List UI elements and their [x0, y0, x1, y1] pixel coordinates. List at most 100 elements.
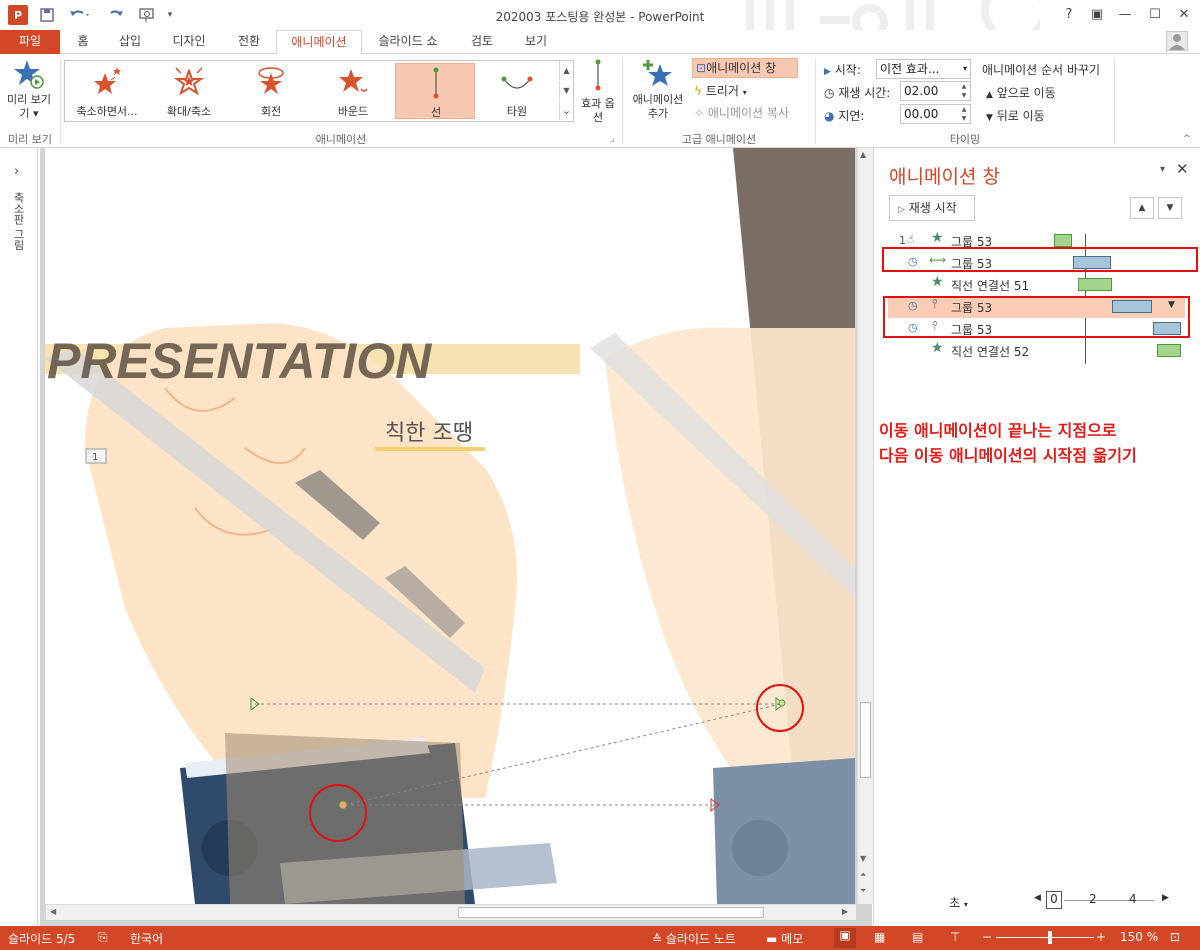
tab-review[interactable]: 검토 [462, 30, 502, 54]
tab-home[interactable]: 홈 [66, 30, 100, 54]
gallery-more-button[interactable]: ⌄ [559, 101, 573, 120]
vertical-scrollbar[interactable]: ▲ ▼ ⏶ ⏷ [857, 148, 873, 904]
animation-pane-label: 애니메이션 창 [706, 61, 777, 75]
zoom-star-icon [173, 67, 205, 96]
tab-insert[interactable]: 삽입 [108, 30, 152, 54]
start-select[interactable]: 이전 효과... ▾ [876, 59, 971, 79]
previous-slide-icon[interactable]: ⏶ [860, 870, 866, 880]
zoom-in-button[interactable]: + [1096, 930, 1106, 944]
collapse-ribbon-icon[interactable]: ^ [1183, 134, 1191, 144]
timeline-bar[interactable] [1078, 278, 1112, 291]
tab-file[interactable]: 파일 [0, 30, 60, 54]
ribbon-display-button[interactable]: ▣ [1083, 4, 1111, 26]
minimize-button[interactable]: — [1111, 4, 1139, 26]
zoom-slider-thumb[interactable] [1048, 931, 1052, 944]
delay-input[interactable]: 00.00 ▲ ▼ [900, 104, 971, 124]
scroll-left-icon[interactable]: ◀ [50, 907, 56, 916]
horizontal-scroll-thumb[interactable] [458, 907, 764, 918]
timeline-bar[interactable] [1054, 234, 1072, 247]
play-from-button[interactable]: ▷ 재생 시작 [889, 195, 975, 221]
preview-button[interactable]: 미리 보기 기 ▾ [4, 58, 54, 128]
add-animation-button[interactable]: 애니메이션 추가 [626, 58, 690, 128]
slide-canvas[interactable]: PRESENTATION 칙한 조땡 1 [45, 148, 855, 904]
effect-options-label: 효과 옵션 [581, 97, 615, 124]
gallery-item-spin[interactable]: 회전 [231, 63, 311, 119]
duration-spinner[interactable]: ▲ ▼ [958, 82, 970, 100]
trigger-lightning-icon: ϟ [694, 84, 702, 98]
help-button[interactable]: ? [1055, 4, 1083, 26]
horizontal-scrollbar[interactable]: ◀ ▶ [46, 904, 856, 920]
motion-path-point[interactable] [338, 800, 348, 810]
slide-editing-area: PRESENTATION 칙한 조땡 1 [40, 148, 872, 926]
motion-path-point[interactable] [778, 699, 786, 707]
trigger-button[interactable]: ϟ 트리거 ▾ [694, 82, 794, 100]
scroll-down-icon[interactable]: ▼ [860, 854, 866, 863]
delay-icon: ◕ [824, 109, 835, 123]
comments-button[interactable]: ▬ 메모 [766, 930, 803, 947]
language-indicator[interactable]: 한국어 [130, 930, 163, 947]
scroll-up-icon[interactable]: ▲ [860, 150, 866, 159]
zoom-level[interactable]: 150 % [1120, 930, 1158, 944]
normal-view-icon[interactable]: ▣ [834, 928, 856, 948]
thumbnail-pane-collapsed[interactable]: › [0, 148, 38, 926]
animation-list-item[interactable]: ★ 직선 연결선 52 [884, 340, 1184, 362]
tab-view[interactable]: 보기 [516, 30, 556, 54]
scale-tick: 0 [1046, 891, 1062, 909]
scroll-right-icon[interactable]: ▶ [842, 907, 848, 916]
group-label-timing: 타이밍 [949, 133, 981, 146]
fit-slide-icon[interactable]: ⊡ [1170, 930, 1180, 944]
tab-design[interactable]: 디자인 [160, 30, 218, 54]
reading-view-icon[interactable]: ▤ [912, 930, 923, 944]
delay-spinner[interactable]: ▲ ▼ [958, 105, 970, 123]
move-later-button[interactable]: ▼ 뒤로 이동 [986, 107, 1045, 124]
notes-button[interactable]: ≙ 슬라이드 노트 [652, 930, 736, 947]
pane-close-icon[interactable]: ✕ [1176, 160, 1189, 178]
add-animation-label: 애니메이션 추가 [632, 93, 684, 120]
animation-pane-button[interactable]: ⊡애니메이션 창 [692, 58, 798, 78]
group-label-advanced: 고급 애니메이션 [681, 133, 757, 146]
move-down-button[interactable]: ▼ [1158, 197, 1182, 219]
gallery-scroll-up[interactable]: ▲ [559, 61, 573, 80]
gallery-item-line[interactable]: 선 [395, 63, 475, 119]
tab-slideshow[interactable]: 슬라이드 쇼 [368, 30, 448, 54]
slide-sorter-icon[interactable]: ▦ [874, 930, 885, 944]
start-label-row: ▶ 시작: [824, 61, 861, 78]
gallery-item-bounce[interactable]: 바운드 [313, 63, 393, 119]
shrink-star-icon [94, 67, 121, 94]
slideshow-icon[interactable]: ⊤ [950, 930, 960, 944]
pane-options-icon[interactable]: ▾ [1160, 164, 1165, 175]
maximize-button[interactable]: ☐ [1141, 4, 1169, 26]
scale-left-icon[interactable]: ◀ [1034, 893, 1041, 903]
effect-options-button[interactable]: 효과 옵션 [578, 58, 618, 128]
scale-right-icon[interactable]: ▶ [1162, 893, 1169, 903]
dialog-launcher-icon[interactable]: ⌟ [611, 134, 615, 143]
duration-label-row: ◷ 재생 시간: [824, 84, 890, 101]
duration-input[interactable]: 02.00 ▲ ▼ [900, 81, 971, 101]
animation-painter-label: 애니메이션 복사 [707, 106, 789, 120]
move-later-label: 뒤로 이동 [996, 109, 1045, 123]
gallery-item-arc[interactable]: 타원 [477, 63, 557, 119]
move-earlier-button[interactable]: ▲ 앞으로 이동 [986, 84, 1056, 101]
expand-thumbnails-icon[interactable]: › [14, 164, 19, 179]
move-up-button[interactable]: ▲ [1130, 197, 1154, 219]
gallery-scroll-down[interactable]: ▼ [559, 81, 573, 100]
zoom-out-button[interactable]: − [982, 930, 992, 944]
tab-transitions[interactable]: 전환 [226, 30, 272, 54]
animation-pane-title: 애니메이션 창 [889, 166, 1000, 188]
timeline-bar[interactable] [1157, 344, 1181, 357]
gallery-item-shrink[interactable]: 축소하면서... [67, 63, 147, 119]
animation-list-item[interactable]: ★ 직선 연결선 51 [884, 274, 1184, 296]
close-button[interactable]: ✕ [1170, 4, 1198, 26]
gallery-item-zoom[interactable]: 확대/축소 [149, 63, 229, 119]
preview-label: 미리 보기 [7, 93, 51, 106]
tab-animations[interactable]: 애니메이션 [276, 30, 362, 55]
zoom-slider-track[interactable] [996, 937, 1094, 938]
seconds-dropdown[interactable]: 초 ▾ [949, 894, 968, 911]
animation-number-text: 1 [92, 452, 98, 463]
vertical-scroll-thumb[interactable] [860, 702, 871, 778]
user-avatar-icon[interactable] [1166, 31, 1188, 51]
group-separator [622, 58, 623, 144]
next-slide-icon[interactable]: ⏷ [860, 886, 866, 896]
spelling-icon[interactable]: ⎘ [98, 930, 108, 945]
animation-painter-button[interactable]: ✧ 애니메이션 복사 [694, 104, 808, 122]
